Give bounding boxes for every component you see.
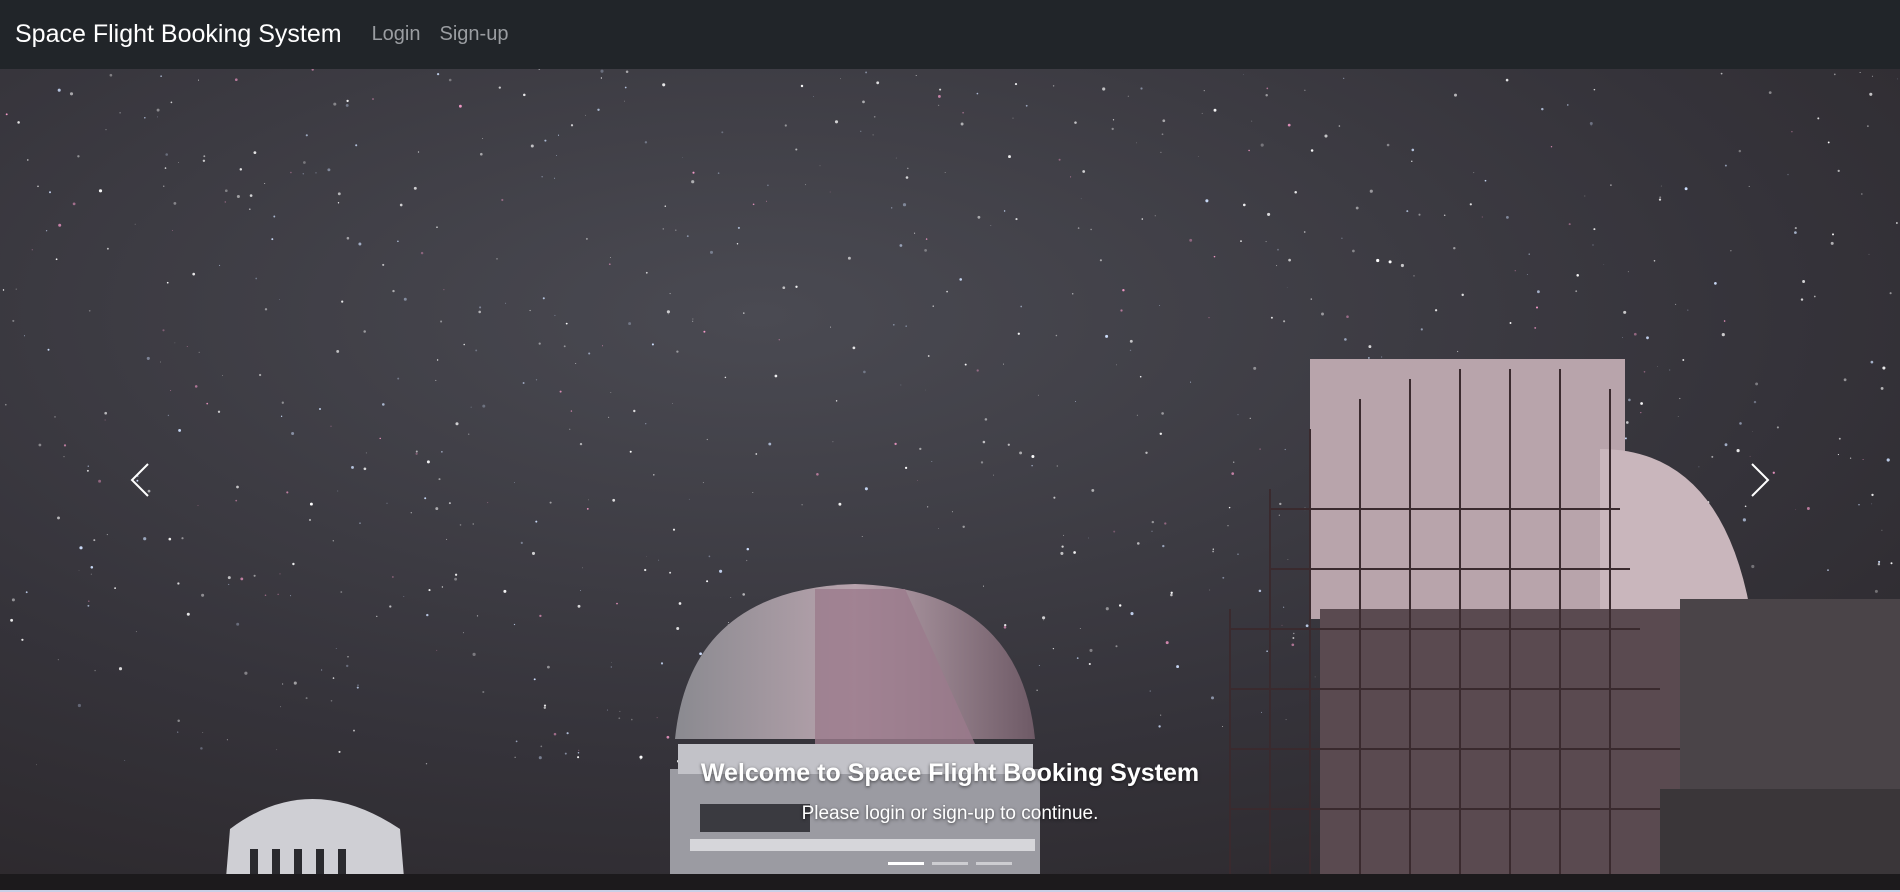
navbar-brand[interactable]: Space Flight Booking System — [15, 20, 342, 49]
carousel-indicators — [0, 862, 1900, 865]
caption-title: Welcome to Space Flight Booking System — [700, 759, 1200, 787]
chevron-right-icon — [1751, 462, 1770, 497]
login-link[interactable]: Login — [372, 23, 421, 46]
carousel-indicator-1[interactable] — [888, 862, 924, 865]
carousel-indicator-3[interactable] — [976, 862, 1012, 865]
signup-link[interactable]: Sign-up — [440, 23, 509, 46]
chevron-left-icon — [130, 462, 149, 497]
caption-text: Please login or sign-up to continue. — [801, 803, 1099, 824]
navbar: Space Flight Booking System Login Sign-u… — [0, 0, 1900, 69]
hero-carousel: Welcome to Space Flight Booking System P… — [0, 69, 1900, 890]
carousel-indicator-2[interactable] — [932, 862, 968, 865]
